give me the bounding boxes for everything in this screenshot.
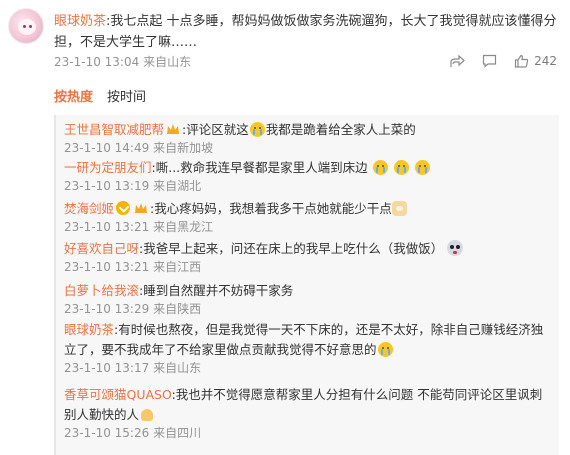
reply-author[interactable]: 好喜欢自己呀	[64, 241, 139, 256]
share-icon	[450, 54, 465, 67]
reply-item: 香草可颂猫QUASO:我也并不觉得愿意帮家里人分担有什么问题 不能苟同评论区里讽…	[64, 385, 554, 441]
comment-timestamp: 23-1-10 13:04 来自山东	[54, 55, 192, 69]
comment-meta: 23-1-10 13:04 来自山东 242	[54, 52, 559, 70]
comment-icon	[482, 54, 497, 68]
crying-emoji-icon	[377, 342, 393, 357]
reply-timestamp: 23-1-10 13:17 来自山东	[64, 361, 202, 375]
like-count: 242	[534, 54, 557, 68]
like-button[interactable]: 242	[514, 54, 557, 68]
dog-emoji-icon	[391, 201, 407, 216]
reply-author[interactable]: 白萝卜给我滚	[64, 283, 139, 298]
scared-emoji-icon	[447, 240, 464, 256]
crying-emoji-icon	[414, 160, 430, 175]
praying-hands-emoji-icon	[139, 407, 155, 422]
reply-text: :有时候也熬夜，但是我觉得一天不下床的，还是不太好，除非自己赚钱经济独立了，要不…	[64, 322, 544, 357]
tab-sort-by-hot[interactable]: 按热度	[54, 86, 93, 106]
reply-text: :评论区就这	[182, 122, 249, 137]
reply-item: 焚海剑姬 :我心疼妈妈，我想着我多干点她就能少干点 23-1-10 13:21 来…	[64, 199, 554, 235]
reply-text-continued: 我都是跪着给全家人上菜的	[265, 122, 416, 137]
sort-tabs: 按热度 按时间	[54, 86, 146, 106]
verified-badge-icon	[116, 201, 131, 215]
reply-item: 眼球奶茶:有时候也熬夜，但是我觉得一天不下床的，还是不太好，除非自己赚钱经济独立…	[64, 320, 554, 376]
reply-button[interactable]	[482, 54, 497, 68]
reply-author[interactable]: 眼球奶茶	[64, 322, 114, 337]
reply-text: :嘶...救命我连早餐都是家里人端到床边	[151, 160, 368, 175]
crying-emoji-icon	[372, 160, 388, 175]
comment-actions: 242	[433, 52, 557, 70]
reply-text: :睡到自然醒并不妨碍干家务	[139, 283, 294, 298]
reply-text: :我心疼妈妈，我想着我多干点她就能少干点	[150, 201, 392, 216]
reply-timestamp: 23-1-10 13:21 来自黑龙江	[64, 220, 214, 234]
crown-badge-icon	[167, 124, 180, 134]
reply-text: :我爸早上起来，问还在床上的我早上吃什么（我做饭）	[139, 241, 444, 256]
thumbs-up-icon	[514, 54, 529, 68]
reply-author[interactable]: 一研为定朋友们	[64, 160, 152, 175]
reply-item: 好喜欢自己呀:我爸早上起来，问还在床上的我早上吃什么（我做饭） 23-1-10 …	[64, 239, 554, 275]
main-comment: 眼球奶茶:我七点起 十点多睡，帮妈妈做饭做家务洗碗遛狗，长大了我觉得就应该懂得分…	[0, 0, 570, 80]
comment-author[interactable]: 眼球奶茶	[54, 14, 106, 29]
crying-emoji-icon	[393, 160, 409, 175]
reply-author[interactable]: 王世昌智取减肥帮	[64, 122, 164, 137]
share-button[interactable]	[450, 54, 465, 68]
tab-sort-by-time[interactable]: 按时间	[107, 86, 146, 106]
reply-item: 一研为定朋友们:嘶...救命我连早餐都是家里人端到床边 23-1-10 13:1…	[64, 158, 554, 194]
reply-timestamp: 23-1-10 15:26 来自四川	[64, 426, 202, 440]
reply-timestamp: 23-1-10 13:21 来自江西	[64, 260, 202, 274]
reply-list: 王世昌智取减肥帮 :评论区就这 我都是跪着给全家人上菜的 23-1-10 14:49…	[54, 115, 559, 455]
main-comment-body: 眼球奶茶:我七点起 十点多睡，帮妈妈做饭做家务洗碗遛狗，长大了我觉得就应该懂得分…	[54, 11, 559, 53]
comment-text: :我七点起 十点多睡，帮妈妈做饭做家务洗碗遛狗，长大了我觉得就应该懂得分担，不是…	[54, 14, 557, 50]
reply-item: 王世昌智取减肥帮 :评论区就这 我都是跪着给全家人上菜的 23-1-10 14:49…	[64, 120, 554, 156]
reply-timestamp: 23-1-10 14:49 来自新加坡	[64, 141, 214, 155]
crying-emoji-icon	[249, 122, 265, 137]
reply-timestamp: 23-1-10 13:29 来自陕西	[64, 302, 202, 316]
reply-author[interactable]: 香草可颂猫QUASO	[64, 387, 172, 402]
reply-item: 白萝卜给我滚:睡到自然醒并不妨碍干家务 23-1-10 13:29 来自陕西	[64, 281, 554, 317]
reply-author[interactable]: 焚海剑姬	[64, 201, 114, 216]
crown-badge-icon	[135, 203, 148, 213]
avatar[interactable]	[8, 8, 44, 44]
reply-timestamp: 23-1-10 13:19 来自湖北	[64, 179, 202, 193]
